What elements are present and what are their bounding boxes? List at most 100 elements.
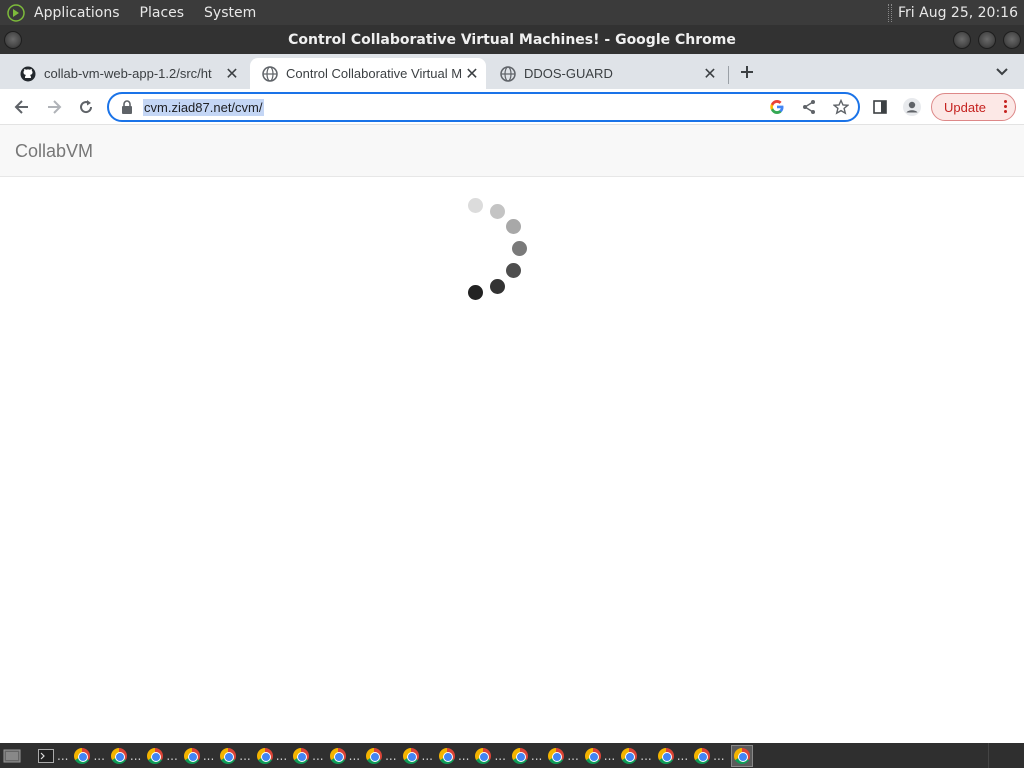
chrome-taskbar-item[interactable]: [730, 744, 753, 767]
tab-title: Control Collaborative Virtual M: [286, 66, 462, 81]
update-label: Update: [944, 99, 986, 115]
terminal-taskbar-item[interactable]: ...: [38, 745, 71, 767]
chrome-icon: [74, 747, 91, 764]
chrome-taskbar-item[interactable]: ...: [74, 745, 107, 767]
chrome-taskbar-item[interactable]: ...: [511, 745, 545, 767]
forward-button[interactable]: [41, 94, 67, 120]
tab-ddos-guard[interactable]: DDOS-GUARD ✕: [488, 58, 724, 89]
site-brand[interactable]: CollabVM: [15, 141, 93, 162]
window-titlebar[interactable]: Control Collaborative Virtual Machines! …: [0, 25, 1024, 54]
lock-icon[interactable]: [120, 100, 134, 114]
window-menu-button[interactable]: [4, 31, 22, 49]
browser-toolbar: cvm.ziad87.net/cvm/ Update: [0, 89, 1024, 125]
bottom-taskbar: ... ....................................…: [0, 743, 1024, 768]
chrome-icon: [511, 747, 528, 764]
plus-icon: [741, 66, 753, 78]
desktop-icon: [3, 749, 21, 762]
chrome-icon: [402, 747, 419, 764]
chrome-icon: [220, 747, 237, 764]
tab-search-button[interactable]: [990, 60, 1014, 84]
tab-collabvm[interactable]: Control Collaborative Virtual M ✕: [250, 58, 486, 89]
spinner-dot: [506, 263, 521, 278]
google-lens-icon[interactable]: [768, 98, 786, 116]
chrome-taskbar-item[interactable]: ...: [256, 745, 290, 767]
chrome-icon: [694, 747, 711, 764]
chrome-icon: [147, 747, 164, 764]
spinner-dot: [512, 241, 527, 256]
window-title: Control Collaborative Virtual Machines! …: [288, 31, 736, 48]
chrome-icon: [256, 747, 273, 764]
tab-github[interactable]: collab-vm-web-app-1.2/src/ht ✕: [8, 58, 246, 89]
chrome-taskbar-item[interactable]: ...: [329, 745, 363, 767]
chrome-icon: [366, 747, 383, 764]
side-panel-icon: [873, 100, 887, 114]
spinner-dot: [468, 285, 483, 300]
chrome-icon: [293, 747, 310, 764]
chrome-icon: [548, 747, 565, 764]
chevron-down-icon: [996, 68, 1008, 76]
distro-logo-icon[interactable]: [5, 2, 27, 24]
chrome-icon: [183, 747, 200, 764]
chrome-taskbar-item[interactable]: ...: [657, 745, 691, 767]
tab-title: collab-vm-web-app-1.2/src/ht: [44, 66, 212, 81]
url-text[interactable]: cvm.ziad87.net/cvm/: [143, 98, 264, 116]
chrome-icon: [110, 747, 127, 764]
github-icon: [20, 66, 36, 82]
menu-places[interactable]: Places: [140, 5, 185, 21]
chrome-taskbar-item[interactable]: ...: [694, 745, 727, 767]
spinner-dot: [506, 219, 521, 234]
new-tab-button[interactable]: [735, 60, 759, 84]
chrome-taskbar-item[interactable]: ...: [475, 745, 508, 767]
forward-arrow-icon: [48, 100, 62, 114]
chrome-icon: [621, 747, 638, 764]
clock[interactable]: Fri Aug 25, 20:16: [898, 5, 1018, 21]
chrome-taskbar-item[interactable]: ...: [110, 745, 144, 767]
panel-separator: [888, 3, 893, 22]
page-content: CollabVM: [0, 125, 1024, 743]
chrome-taskbar-item[interactable]: ...: [183, 745, 217, 767]
notification-area: [988, 743, 1024, 768]
chrome-icon: [438, 747, 455, 764]
chrome-icon: [584, 747, 601, 764]
chrome-taskbar-item[interactable]: ...: [366, 745, 399, 767]
chrome-icon: [329, 747, 346, 764]
maximize-button[interactable]: [978, 31, 996, 49]
avatar-icon: [903, 98, 921, 116]
bookmark-star-icon[interactable]: [832, 98, 850, 116]
profile-button[interactable]: [899, 94, 925, 120]
back-button[interactable]: [9, 94, 35, 120]
site-navbar: CollabVM: [0, 125, 1024, 177]
tab-close-icon[interactable]: ✕: [222, 64, 242, 84]
menu-system[interactable]: System: [204, 5, 256, 21]
globe-icon: [262, 65, 278, 82]
share-icon[interactable]: [800, 98, 818, 116]
reload-button[interactable]: [73, 94, 99, 120]
back-arrow-icon: [14, 100, 28, 114]
update-button[interactable]: Update: [931, 93, 1016, 121]
tab-close-icon[interactable]: ✕: [462, 64, 482, 84]
tab-title: DDOS-GUARD: [524, 66, 613, 81]
chrome-taskbar-item[interactable]: ...: [584, 745, 618, 767]
reload-icon: [80, 100, 93, 114]
chrome-taskbar-item[interactable]: ...: [147, 745, 180, 767]
chrome-taskbar-item[interactable]: ...: [438, 745, 472, 767]
chrome-taskbar-item[interactable]: ...: [402, 745, 436, 767]
side-panel-button[interactable]: [867, 94, 893, 120]
chrome-icon: [733, 747, 750, 764]
tab-strip: collab-vm-web-app-1.2/src/ht ✕ Control C…: [0, 54, 1024, 89]
tab-close-icon[interactable]: ✕: [700, 64, 720, 84]
chrome-taskbar-item[interactable]: ...: [621, 745, 654, 767]
system-panel: Applications Places System Fri Aug 25, 2…: [0, 0, 1024, 25]
spinner-dot: [490, 279, 505, 294]
minimize-button[interactable]: [953, 31, 971, 49]
menu-applications[interactable]: Applications: [34, 5, 120, 21]
spinner-dot: [468, 198, 483, 213]
chrome-taskbar-item[interactable]: ...: [293, 745, 326, 767]
chrome-taskbar-item[interactable]: ...: [548, 745, 581, 767]
terminal-icon: [38, 748, 54, 763]
close-window-button[interactable]: [1003, 31, 1021, 49]
show-desktop-button[interactable]: [3, 745, 21, 767]
address-bar[interactable]: cvm.ziad87.net/cvm/: [107, 92, 860, 122]
chrome-icon: [475, 747, 492, 764]
chrome-taskbar-item[interactable]: ...: [220, 745, 253, 767]
